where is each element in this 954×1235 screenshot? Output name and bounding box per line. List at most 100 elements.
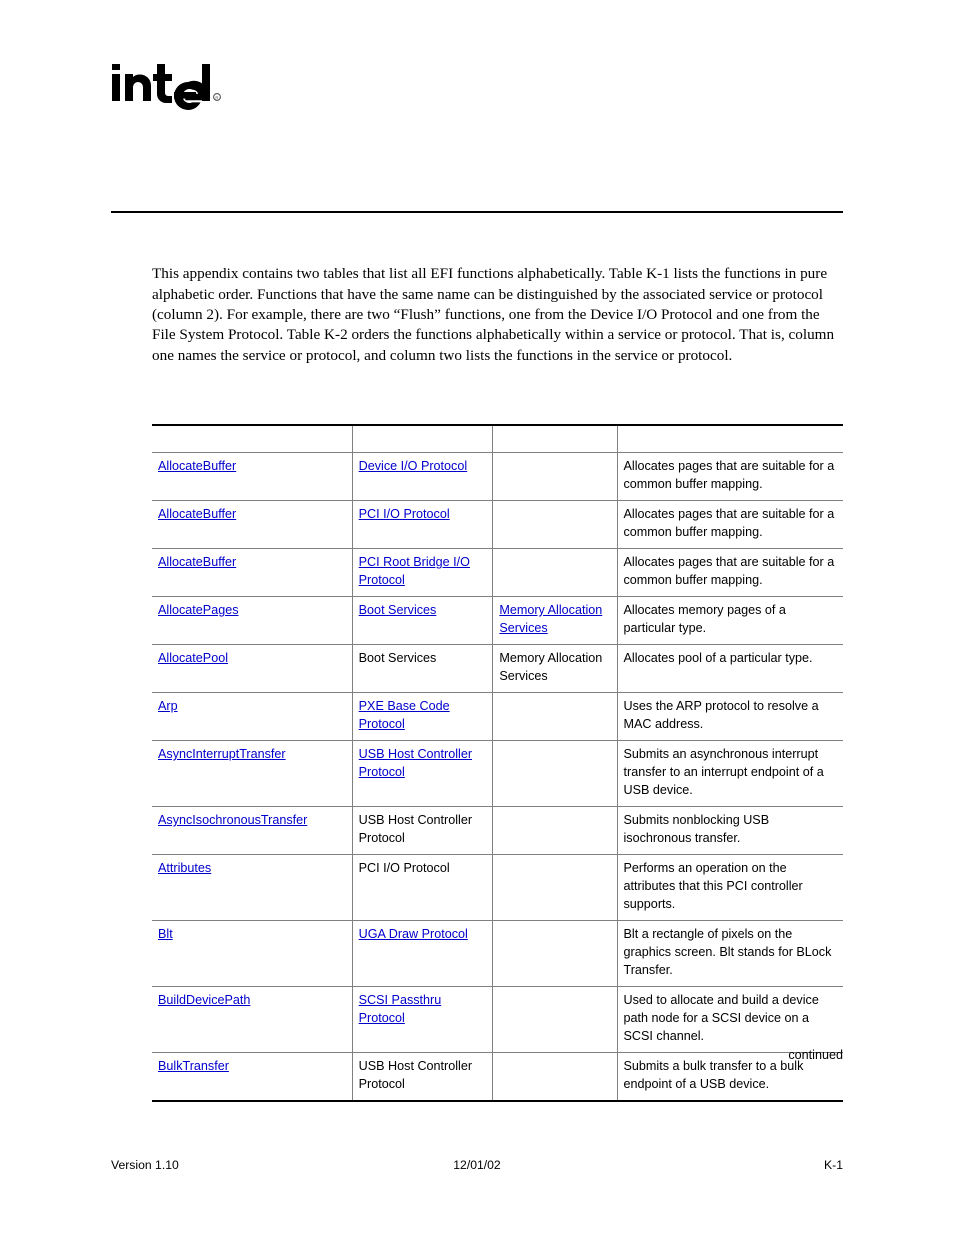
table-row: BuildDevicePath SCSI Passthru Protocol Use… xyxy=(152,986,843,1053)
cell-service: Boot Services xyxy=(352,596,494,645)
cell-service: Boot Services xyxy=(352,644,494,693)
cell-description-text: Allocates pages that are suitable for a … xyxy=(623,459,835,491)
cell-service: USB Host Controller Protocol xyxy=(352,740,494,807)
service-link[interactable]: Boot Services xyxy=(359,603,437,617)
cell-function: AllocateBuffer xyxy=(152,452,353,501)
cell-description-text: Allocates memory pages of a particular t… xyxy=(623,603,786,635)
cell-function: Arp xyxy=(152,692,353,741)
function-link[interactable]: BuildDevicePath xyxy=(158,993,250,1007)
table-row: AllocatePool Boot Services Memory Allocati… xyxy=(152,644,843,693)
service-link[interactable]: PCI I/O Protocol xyxy=(359,507,450,521)
cell-subservice xyxy=(492,986,618,1053)
cell-service: PCI Root Bridge I/O Protocol xyxy=(352,548,494,597)
cell-service: PCI I/O Protocol xyxy=(352,854,494,921)
cell-description-text: Performs an operation on the attributes … xyxy=(623,861,803,911)
cell-service-text: USB Host Controller Protocol xyxy=(358,1059,473,1091)
service-link[interactable]: SCSI Passthru Protocol xyxy=(359,993,442,1025)
cell-function: AllocatePool xyxy=(152,644,353,693)
cell-subservice xyxy=(492,452,618,501)
table-row: Arp PXE Base Code Protocol Uses the ARP pr… xyxy=(152,692,843,741)
cell-function: AsyncIsochronousTransfer xyxy=(152,806,353,855)
cell-description: Allocates pool of a particular type. xyxy=(617,644,843,693)
function-link[interactable]: AsyncIsochronousTransfer xyxy=(158,813,307,827)
cell-subservice xyxy=(492,920,618,987)
function-link[interactable]: AsyncInterruptTransfer xyxy=(158,747,286,761)
cell-description: Uses the ARP protocol to resolve a MAC a… xyxy=(617,692,843,741)
cell-service-text: Boot Services xyxy=(358,651,437,665)
cell-description: Allocates pages that are suitable for a … xyxy=(617,548,843,597)
footer-page-number: K-1 xyxy=(824,1158,843,1172)
footer-version: Version 1.10 xyxy=(111,1158,179,1172)
cell-subservice-text: Memory Allocation Services xyxy=(499,651,603,683)
cell-description-text: Used to allocate and build a device path… xyxy=(623,993,819,1043)
cell-function: AllocateBuffer xyxy=(152,548,353,597)
cell-subservice xyxy=(492,548,618,597)
cell-description: Performs an operation on the attributes … xyxy=(617,854,843,921)
table-row: AsyncIsochronousTransfer USB Host Control… xyxy=(152,806,843,855)
cell-description-text: Submits nonblocking USB isochronous tran… xyxy=(623,813,770,845)
cell-service: SCSI Passthru Protocol xyxy=(352,986,494,1053)
table-row: AllocateBuffer PCI I/O Protocol Allocates … xyxy=(152,500,843,549)
cell-description-text: Allocates pages that are suitable for a … xyxy=(623,555,835,587)
service-link[interactable]: PCI Root Bridge I/O Protocol xyxy=(359,555,470,587)
cell-subservice: Memory Allocation Services xyxy=(492,644,618,693)
service-link[interactable]: Device I/O Protocol xyxy=(359,459,468,473)
cell-subservice xyxy=(492,500,618,549)
svg-text:R: R xyxy=(215,95,218,100)
cell-function: Attributes xyxy=(152,854,353,921)
cell-service: PCI I/O Protocol xyxy=(352,500,494,549)
intel-logo: R xyxy=(110,52,230,112)
cell-subservice xyxy=(492,806,618,855)
continued-note: continued xyxy=(788,1048,843,1062)
cell-service: Device I/O Protocol xyxy=(352,452,494,501)
cell-service: PXE Base Code Protocol xyxy=(352,692,494,741)
cell-subservice: Memory Allocation Services xyxy=(492,596,618,645)
cell-description: Submits nonblocking USB isochronous tran… xyxy=(617,806,843,855)
header-cell-function xyxy=(152,424,353,453)
table-row: AllocatePages Boot Services Memory Allocat… xyxy=(152,596,843,645)
table-row: AllocateBuffer PCI Root Bridge I/O Protoc… xyxy=(152,548,843,597)
header-cell-subservice xyxy=(492,424,618,453)
function-link[interactable]: AllocateBuffer xyxy=(158,555,236,569)
cell-function: AsyncInterruptTransfer xyxy=(152,740,353,807)
cell-description: Used to allocate and build a device path… xyxy=(617,986,843,1053)
cell-subservice xyxy=(492,740,618,807)
cell-function: AllocatePages xyxy=(152,596,353,645)
header-rule xyxy=(111,211,843,213)
table-row: Attributes PCI I/O Protocol Performs an op… xyxy=(152,854,843,921)
table-row: Blt UGA Draw Protocol Blt a rectangle of p… xyxy=(152,920,843,987)
cell-description-text: Allocates pool of a particular type. xyxy=(623,651,813,665)
cell-description: Allocates pages that are suitable for a … xyxy=(617,452,843,501)
cell-description: Blt a rectangle of pixels on the graphic… xyxy=(617,920,843,987)
efi-functions-table: AllocateBuffer Device I/O Protocol Allocat… xyxy=(152,424,843,1102)
intro-paragraph: This appendix contains two tables that l… xyxy=(152,265,835,364)
cell-description: Allocates pages that are suitable for a … xyxy=(617,500,843,549)
cell-function: BuildDevicePath xyxy=(152,986,353,1053)
cell-description-text: Submits an asynchronous interrupt transf… xyxy=(623,747,824,797)
cell-service-text: PCI I/O Protocol xyxy=(358,861,450,875)
cell-service: UGA Draw Protocol xyxy=(352,920,494,987)
function-link[interactable]: Arp xyxy=(158,699,178,713)
table-header-row xyxy=(152,424,843,453)
cell-subservice xyxy=(492,854,618,921)
function-link[interactable]: Attributes xyxy=(158,861,211,875)
cell-service: USB Host Controller Protocol xyxy=(352,806,494,855)
function-link[interactable]: AllocatePool xyxy=(158,651,228,665)
service-link[interactable]: USB Host Controller Protocol xyxy=(359,747,472,779)
function-link[interactable]: AllocateBuffer xyxy=(158,459,236,473)
cell-service-text: USB Host Controller Protocol xyxy=(358,813,473,845)
table-row: AllocateBuffer Device I/O Protocol Allocat… xyxy=(152,452,843,501)
cell-description: Allocates memory pages of a particular t… xyxy=(617,596,843,645)
function-link[interactable]: AllocatePages xyxy=(158,603,239,617)
subservice-link[interactable]: Memory Allocation Services xyxy=(499,603,602,635)
cell-description-text: Allocates pages that are suitable for a … xyxy=(623,507,835,539)
service-link[interactable]: UGA Draw Protocol xyxy=(359,927,468,941)
intel-logo-icon: R xyxy=(112,64,221,111)
cell-description-text: Uses the ARP protocol to resolve a MAC a… xyxy=(623,699,819,731)
cell-subservice xyxy=(492,692,618,741)
service-link[interactable]: PXE Base Code Protocol xyxy=(359,699,450,731)
functions-table-container: AllocateBuffer Device I/O Protocol Allocat… xyxy=(152,424,843,1102)
function-link[interactable]: AllocateBuffer xyxy=(158,507,236,521)
footer-date: 12/01/02 xyxy=(453,1158,501,1172)
function-link[interactable]: Blt xyxy=(158,927,173,941)
